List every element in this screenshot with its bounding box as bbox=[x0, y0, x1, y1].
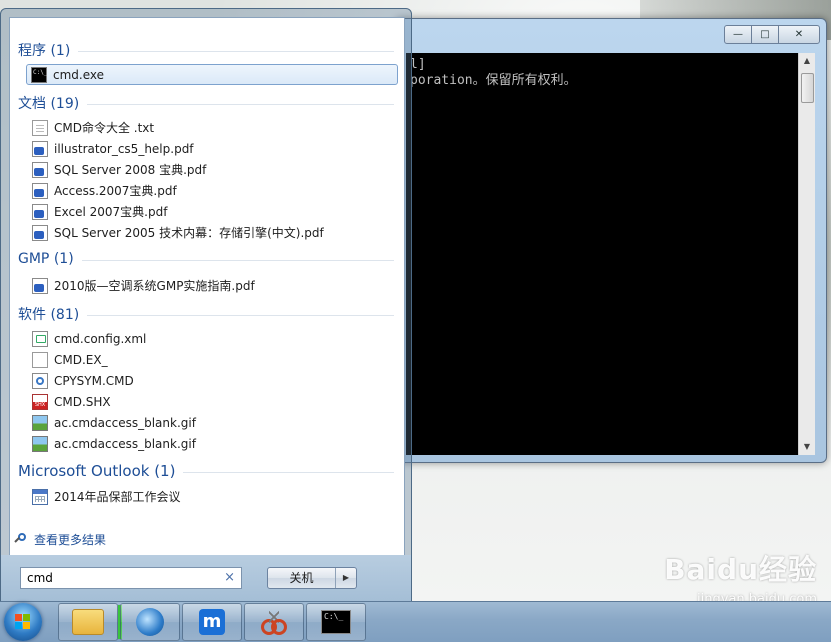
pdf-file-icon bbox=[32, 224, 48, 241]
see-more-label: 查看更多结果 bbox=[34, 533, 107, 547]
maxthon-browser-icon: m bbox=[199, 609, 225, 635]
window-controls: — □ ✕ bbox=[724, 25, 820, 44]
image-file-icon bbox=[32, 435, 48, 452]
group-header-gmp: GMP (1) bbox=[18, 251, 394, 267]
console-line: poration。保留所有权利。 bbox=[410, 73, 577, 88]
result-label: illustrator_cs5_help.pdf bbox=[54, 141, 194, 156]
result-label: CMD.SHX bbox=[54, 394, 111, 409]
start-menu: 程序 (1) C:\_ cmd.exe 文档 (19) CMD命令大全 .txt… bbox=[0, 8, 412, 603]
result-label: Excel 2007宝典.pdf bbox=[54, 205, 168, 219]
result-item[interactable]: 2010版—空调系统GMP实施指南.pdf bbox=[28, 275, 398, 296]
result-item[interactable]: CMD.SHX bbox=[28, 391, 398, 412]
pdf-file-icon bbox=[32, 277, 48, 294]
console-output[interactable]: l] poration。保留所有权利。 bbox=[406, 53, 798, 455]
divider bbox=[81, 260, 394, 261]
group-header-software: 软件 (81) bbox=[18, 304, 394, 324]
result-label: 2010版—空调系统GMP实施指南.pdf bbox=[54, 279, 255, 293]
start-button[interactable] bbox=[4, 603, 42, 641]
taskbar-snipping-button[interactable] bbox=[244, 603, 304, 641]
result-item[interactable]: CMD命令大全 .txt bbox=[28, 117, 398, 138]
scroll-up-icon[interactable]: ▲ bbox=[799, 53, 815, 69]
result-item[interactable]: ac.cmdaccess_blank.gif bbox=[28, 412, 398, 433]
shutdown-button-group: 关机 ▶ bbox=[267, 567, 357, 589]
calendar-icon bbox=[32, 488, 48, 505]
group-header-label: 文档 (19) bbox=[18, 96, 80, 112]
result-label: Access.2007宝典.pdf bbox=[54, 184, 177, 198]
group-header-label: GMP (1) bbox=[18, 251, 74, 267]
result-label: cmd.config.xml bbox=[54, 331, 147, 346]
close-button[interactable]: ✕ bbox=[778, 25, 820, 44]
minimize-button[interactable]: — bbox=[724, 25, 752, 44]
shutdown-button[interactable]: 关机 bbox=[268, 568, 335, 588]
console-scrollbar[interactable]: ▲ ▼ bbox=[798, 53, 815, 455]
watermark-logo: Baidu经验 bbox=[664, 553, 817, 586]
shutdown-options-arrow-icon[interactable]: ▶ bbox=[335, 568, 356, 588]
blank-file-icon bbox=[32, 351, 48, 368]
scroll-thumb[interactable] bbox=[801, 73, 814, 103]
group-header-label: Microsoft Outlook (1) bbox=[18, 462, 176, 480]
pdf-file-icon bbox=[32, 140, 48, 157]
result-label: CPYSYM.CMD bbox=[54, 373, 134, 388]
group-header-outlook: Microsoft Outlook (1) bbox=[18, 462, 394, 480]
clear-search-icon[interactable]: × bbox=[224, 570, 235, 585]
result-label: ac.cmdaccess_blank.gif bbox=[54, 415, 196, 430]
shx-file-icon bbox=[32, 393, 48, 410]
result-item[interactable]: CMD.EX_ bbox=[28, 349, 398, 370]
group-header-label: 程序 (1) bbox=[18, 43, 71, 59]
taskbar-ie-button[interactable] bbox=[120, 603, 180, 641]
result-item[interactable]: ac.cmdaccess_blank.gif bbox=[28, 433, 398, 454]
maximize-button[interactable]: □ bbox=[751, 25, 779, 44]
pdf-file-icon bbox=[32, 182, 48, 199]
result-label: 2014年品保部工作会议 bbox=[54, 490, 181, 504]
taskbar-cmd-button[interactable]: C:\_ bbox=[306, 603, 366, 641]
windows-logo-icon bbox=[15, 614, 31, 630]
group-header-label: 软件 (81) bbox=[18, 307, 80, 323]
command-prompt-icon: C:\_ bbox=[321, 610, 351, 634]
result-item[interactable]: Excel 2007宝典.pdf bbox=[28, 201, 398, 222]
cmd-script-icon bbox=[32, 372, 48, 389]
taskbar-explorer-button[interactable] bbox=[58, 603, 118, 641]
search-input[interactable] bbox=[27, 569, 217, 587]
snipping-tool-icon bbox=[261, 609, 287, 635]
text-file-icon bbox=[32, 119, 48, 136]
result-item[interactable]: Access.2007宝典.pdf bbox=[28, 180, 398, 201]
pdf-file-icon bbox=[32, 161, 48, 178]
result-item[interactable]: illustrator_cs5_help.pdf bbox=[28, 138, 398, 159]
result-label: ac.cmdaccess_blank.gif bbox=[54, 436, 196, 451]
group-header-programs: 程序 (1) bbox=[18, 40, 394, 60]
result-label: SQL Server 2008 宝典.pdf bbox=[54, 163, 207, 177]
result-label: cmd.exe bbox=[53, 67, 105, 82]
result-item[interactable]: SQL Server 2008 宝典.pdf bbox=[28, 159, 398, 180]
result-item[interactable]: cmd.config.xml bbox=[28, 328, 398, 349]
taskbar-maxthon-button[interactable]: m bbox=[182, 603, 242, 641]
baidu-jingyan-watermark: Baidu经验 jingyan.baidu.com bbox=[664, 548, 817, 607]
divider bbox=[78, 51, 394, 52]
xml-file-icon bbox=[32, 330, 48, 347]
divider bbox=[183, 472, 394, 473]
search-box[interactable]: × bbox=[20, 567, 242, 589]
result-item[interactable]: CPYSYM.CMD bbox=[28, 370, 398, 391]
image-file-icon bbox=[32, 414, 48, 431]
result-label: CMD.EX_ bbox=[54, 352, 108, 367]
search-results-panel: 程序 (1) C:\_ cmd.exe 文档 (19) CMD命令大全 .txt… bbox=[9, 17, 405, 557]
divider bbox=[87, 315, 394, 316]
internet-explorer-icon bbox=[136, 608, 164, 636]
divider bbox=[87, 104, 394, 105]
result-label: SQL Server 2005 技术内幕：存储引擎(中文).pdf bbox=[54, 226, 324, 240]
result-item[interactable]: 2014年品保部工作会议 bbox=[28, 486, 398, 507]
cmd-window[interactable]: — □ ✕ l] poration。保留所有权利。 ▲ ▼ bbox=[395, 18, 827, 463]
pdf-file-icon bbox=[32, 203, 48, 220]
result-item-cmd-exe[interactable]: C:\_ cmd.exe bbox=[26, 64, 398, 85]
cmd-icon: C:\_ bbox=[31, 66, 47, 83]
console-line: l] bbox=[410, 57, 426, 72]
result-item[interactable]: SQL Server 2005 技术内幕：存储引擎(中文).pdf bbox=[28, 222, 398, 243]
group-header-documents: 文档 (19) bbox=[18, 93, 394, 113]
see-more-results-link[interactable]: 查看更多结果 bbox=[15, 531, 106, 548]
search-icon bbox=[15, 532, 29, 547]
scroll-down-icon[interactable]: ▼ bbox=[799, 439, 815, 455]
result-label: CMD命令大全 .txt bbox=[54, 121, 155, 135]
file-explorer-icon bbox=[72, 609, 104, 635]
taskbar: m C:\_ bbox=[0, 601, 831, 642]
